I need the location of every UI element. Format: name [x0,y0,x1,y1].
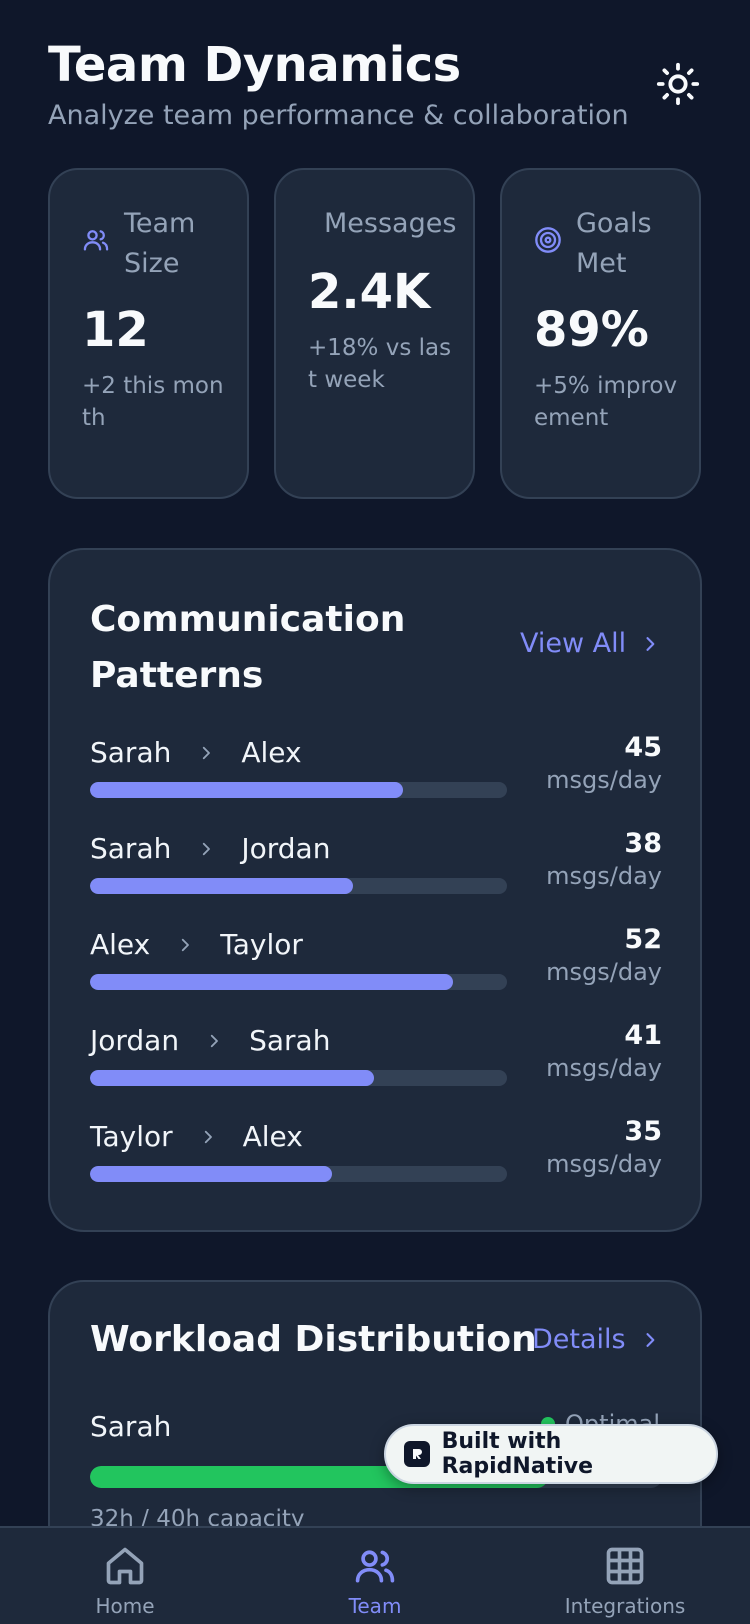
stat-delta: +2 this month [82,373,224,431]
chevron-right-icon [646,1332,654,1347]
details-label: Details [532,1324,626,1355]
message-count: 38 [624,828,662,859]
stat-label: Messages [324,208,457,239]
page-subtitle: Analyze team performance & collaboration [48,100,629,131]
stat-label: Team Size [124,208,196,279]
stat-card-messages: Messages 2.4K +18% vs last week [274,168,475,499]
stat-value: 89% [534,302,649,358]
tab-team-label: Team [348,1594,402,1618]
message-unit: msgs/day [546,766,662,794]
communication-progress-fill [90,1166,332,1182]
built-with-badge[interactable]: Built with RapidNative [384,1424,718,1484]
screen: Team Dynamics Analyze team performance &… [0,0,750,1624]
communication-progress-fill [90,878,353,894]
section-title: Communication Patterns [90,599,406,696]
stat-card-team-size: Team Size 12 +2 this month [48,168,249,499]
page-title: Team Dynamics [48,37,461,93]
sender-name: Sarah [90,832,172,865]
sender-name: Jordan [90,1024,180,1057]
tab-integrations-label: Integrations [564,1594,686,1618]
header: Team Dynamics Analyze team performance &… [48,36,708,131]
stat-label: Goals Met [576,208,652,279]
receiver-name: Alex [241,736,302,769]
message-unit: msgs/day [546,1150,662,1178]
message-unit: msgs/day [546,958,662,986]
message-count: 45 [624,732,662,763]
tab-team[interactable]: Team [275,1544,475,1618]
message-count: 52 [624,924,662,955]
communication-row: Alex Taylor 52 msgs/day [90,924,662,1008]
sender-name: Taylor [90,1120,173,1153]
theme-toggle-button[interactable] [654,60,702,108]
communication-pair: Sarah Jordan [90,832,330,865]
communication-patterns-card: Communication Patterns View All Sarah Ale… [48,548,702,1232]
communication-pair: Alex Taylor [90,928,303,961]
communication-row: Taylor Alex 35 msgs/day [90,1116,662,1200]
sender-name: Sarah [90,736,172,769]
communication-progress-fill [90,1070,374,1086]
chevron-right-icon [210,1034,219,1047]
details-link[interactable]: Details [532,1324,660,1355]
chevron-right-icon [182,938,190,951]
communication-progress-fill [90,974,453,990]
stat-delta: +5% improvement [534,373,678,431]
grid-icon [606,1547,644,1585]
stat-value: 12 [82,302,149,358]
communication-row: Sarah Alex 45 msgs/day [90,732,662,816]
team-icon [355,1550,395,1583]
bottom-tab-bar: Home Team Integrations [0,1526,750,1624]
target-icon [535,227,561,253]
chevron-right-icon [203,746,211,759]
sun-icon [656,62,700,106]
communication-progress-fill [90,782,403,798]
tab-home[interactable]: Home [25,1544,225,1618]
stat-card-goals-met: Goals Met 89% +5% improvement [500,168,701,499]
receiver-name: Sarah [249,1024,331,1057]
receiver-name: Taylor [220,928,303,961]
tab-integrations[interactable]: Integrations [525,1544,725,1618]
communication-progress-track [90,1166,507,1182]
receiver-name: Alex [242,1120,303,1153]
communication-progress-track [90,974,507,990]
message-count: 35 [624,1116,662,1147]
chevron-right-icon [204,1130,212,1143]
view-all-link[interactable]: View All [520,628,660,659]
home-icon [106,1547,144,1585]
rapidnative-logo-icon [404,1441,430,1467]
stat-delta: +18% vs last week [308,335,452,393]
stat-value: 2.4K [308,264,431,320]
users-icon [83,230,109,251]
message-count: 41 [624,1020,662,1051]
badge-text: Built with RapidNative [441,1429,593,1479]
chevron-right-icon [646,636,655,651]
communication-progress-track [90,878,507,894]
communication-row: Sarah Jordan 38 msgs/day [90,828,662,912]
communication-progress-track [90,782,507,798]
receiver-name: Jordan [241,832,331,865]
section-title: Workload Distribution [90,1319,537,1360]
communication-pair: Jordan Sarah [90,1024,330,1057]
tab-home-label: Home [95,1594,155,1618]
chevron-right-icon [203,842,211,855]
communication-row: Jordan Sarah 41 msgs/day [90,1020,662,1104]
view-all-label: View All [520,628,627,659]
sender-name: Alex [90,928,151,961]
communication-progress-track [90,1070,507,1086]
communication-pair: Taylor Alex [90,1120,303,1153]
message-unit: msgs/day [546,862,662,890]
communication-pair: Sarah Alex [90,736,302,769]
workload-member-name: Sarah [90,1410,172,1443]
message-unit: msgs/day [546,1054,662,1082]
